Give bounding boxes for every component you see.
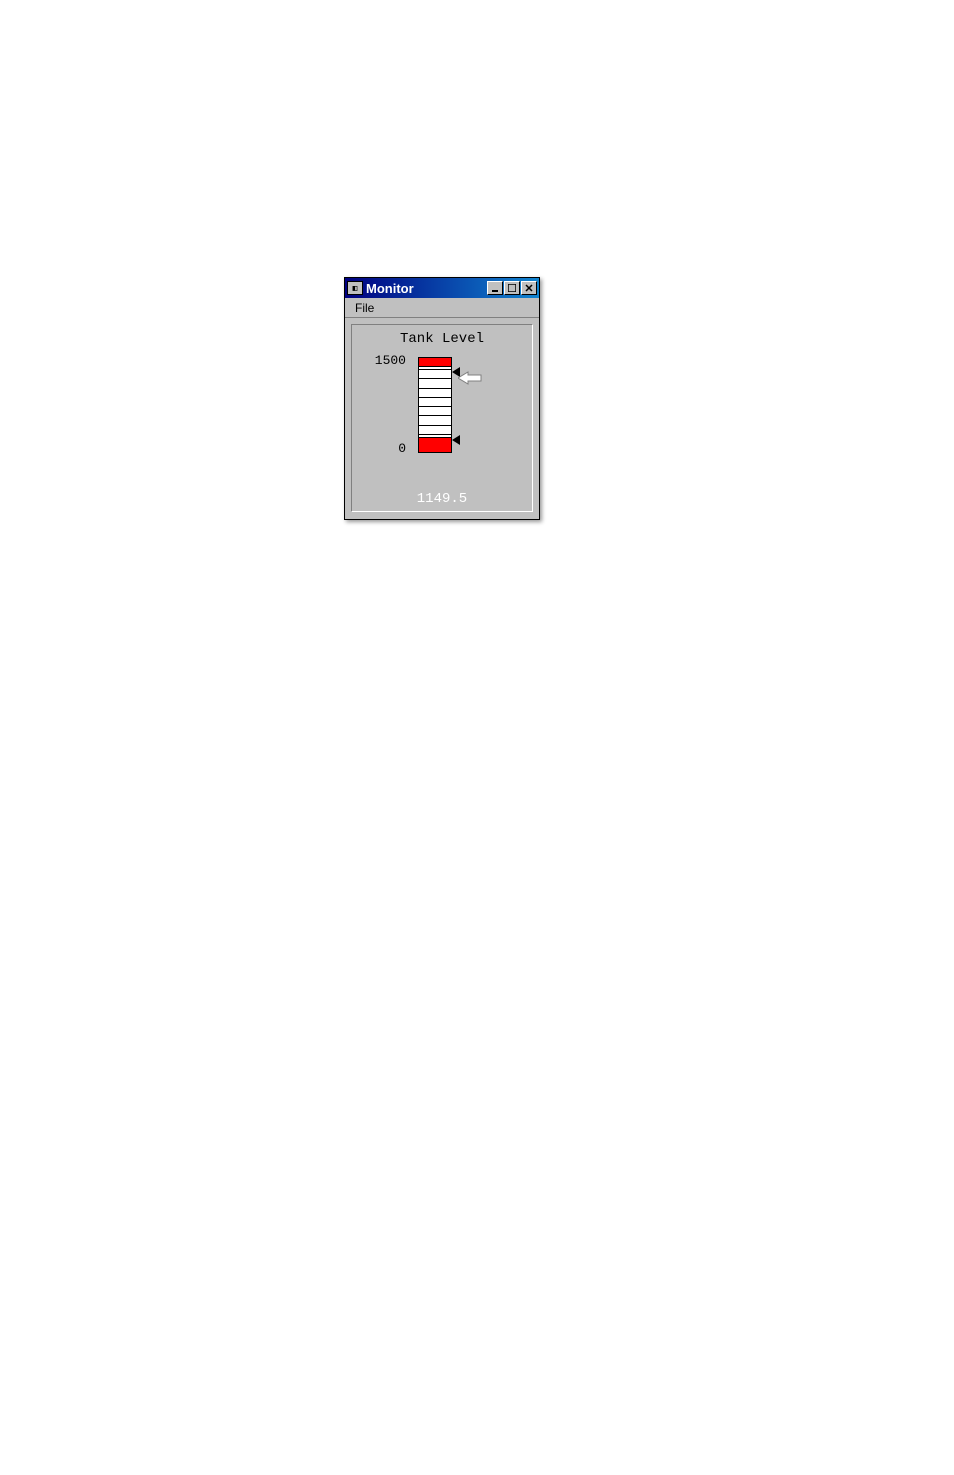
- lower-threshold-marker-icon[interactable]: [452, 435, 460, 445]
- client-panel: Tank Level 1500 0: [351, 324, 533, 512]
- gauge-tick: [419, 388, 451, 389]
- scale-min-label: 0: [366, 441, 406, 456]
- gauge-tick: [419, 369, 451, 370]
- gauge-tick: [419, 434, 451, 435]
- menu-file[interactable]: File: [351, 300, 378, 316]
- gauge-lower-redzone: [418, 437, 452, 453]
- close-button[interactable]: [521, 281, 537, 295]
- maximize-button[interactable]: [504, 281, 520, 295]
- gauge-readout: 1149.5: [352, 491, 532, 507]
- tank-level-gauge: 1500 0: [358, 351, 526, 471]
- gauge-tick: [419, 378, 451, 379]
- gauge-tick: [419, 415, 451, 416]
- gauge-body: [418, 357, 452, 453]
- monitor-window: ◧ Monitor File Tank Level 1500 0: [344, 277, 540, 520]
- window-controls: [486, 281, 537, 295]
- menubar: File: [345, 298, 539, 318]
- gauge-tick: [419, 406, 451, 407]
- scale-max-label: 1500: [366, 353, 406, 368]
- value-pointer-icon[interactable]: [458, 371, 480, 385]
- gauge-scale: [418, 367, 452, 437]
- minimize-button[interactable]: [487, 281, 503, 295]
- gauge-upper-redzone: [418, 357, 452, 367]
- gauge-title: Tank Level: [358, 331, 526, 347]
- app-icon[interactable]: ◧: [347, 281, 363, 295]
- gauge-tick: [419, 397, 451, 398]
- window-title: Monitor: [366, 281, 486, 296]
- titlebar[interactable]: ◧ Monitor: [345, 278, 539, 298]
- gauge-tick: [419, 425, 451, 426]
